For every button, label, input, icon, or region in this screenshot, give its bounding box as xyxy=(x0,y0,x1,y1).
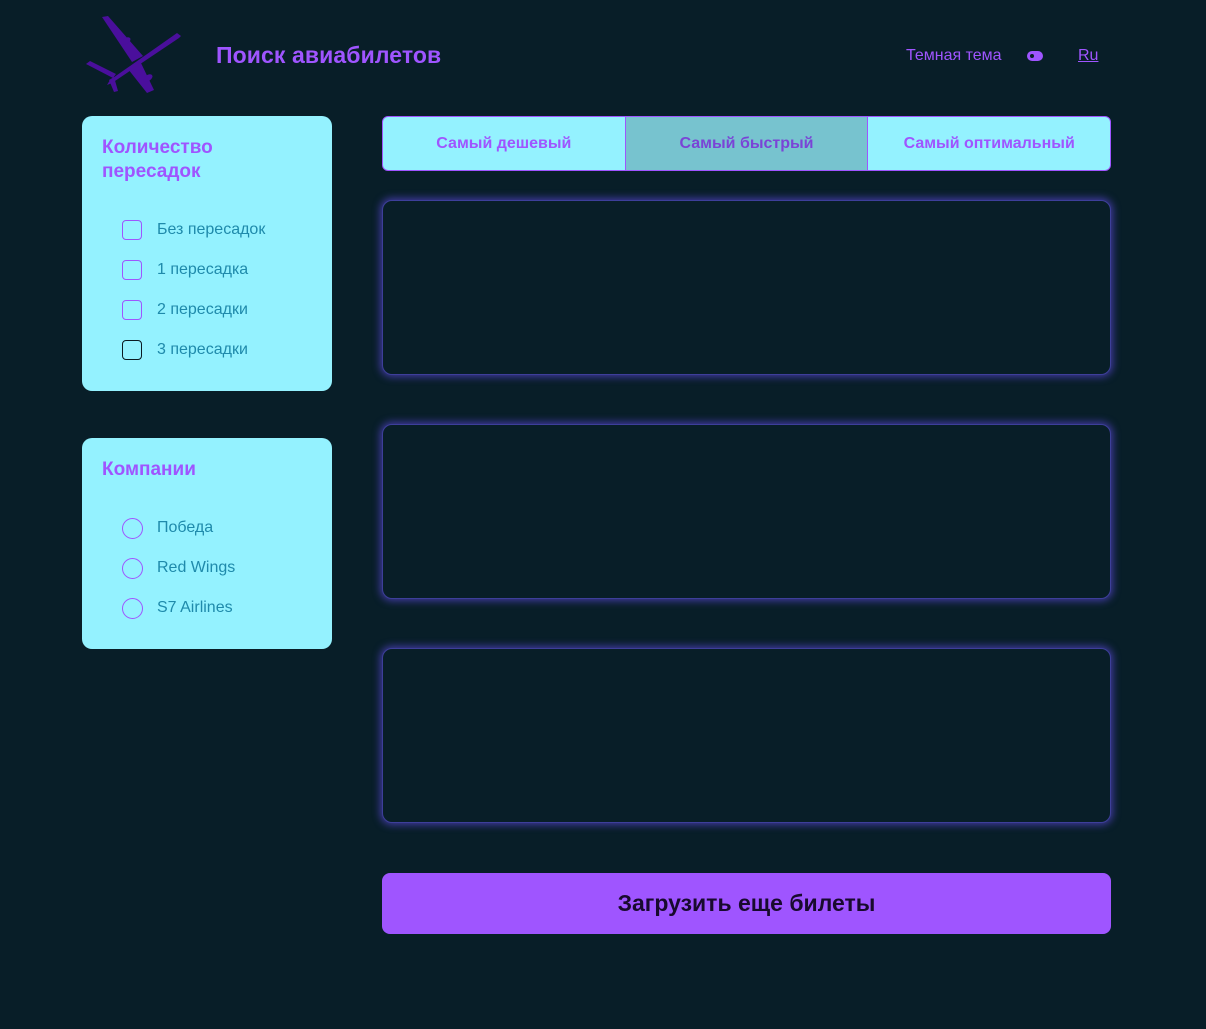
app-title: Поиск авиабилетов xyxy=(216,42,442,68)
option-label: S7 Airlines xyxy=(157,599,233,616)
ticket-card xyxy=(382,424,1111,599)
stops-option-1[interactable]: 1 пересадка xyxy=(122,250,265,290)
option-label: 3 пересадки xyxy=(157,341,248,358)
tab-optimal[interactable]: Самый оптимальный xyxy=(867,117,1110,170)
stops-filter-title: Количество пересадок xyxy=(102,137,213,182)
airplane-icon xyxy=(80,14,184,96)
option-label: 2 пересадки xyxy=(157,301,248,318)
stops-option-0[interactable]: Без пересадок xyxy=(122,210,265,250)
companies-options: Победа Red Wings S7 Airlines xyxy=(122,508,235,628)
companies-filter-panel: Компании Победа Red Wings S7 Airlines xyxy=(82,438,332,649)
option-label: Без пересадок xyxy=(157,221,266,238)
stops-filter-panel: Количество пересадок Без пересадок 1 пер… xyxy=(82,116,332,391)
tab-fastest[interactable]: Самый быстрый xyxy=(624,117,868,170)
option-label: Red Wings xyxy=(157,559,236,576)
companies-filter-title: Компании xyxy=(102,459,196,480)
stops-option-3[interactable]: 3 пересадки xyxy=(122,330,265,370)
option-label: Победа xyxy=(157,519,214,536)
stops-option-2[interactable]: 2 пересадки xyxy=(122,290,265,330)
company-option-1[interactable]: Red Wings xyxy=(122,548,235,588)
toggle-knob xyxy=(1028,52,1036,60)
ticket-card xyxy=(382,200,1111,375)
radio-button[interactable] xyxy=(122,517,143,539)
checkbox[interactable] xyxy=(122,260,142,280)
option-label: 1 пересадка xyxy=(157,261,249,278)
page: Поиск авиабилетов Темная тема Ru Количес… xyxy=(0,0,1206,1029)
radio-button[interactable] xyxy=(122,597,143,619)
company-option-2[interactable]: S7 Airlines xyxy=(122,588,235,628)
company-option-0[interactable]: Победа xyxy=(122,508,235,548)
checkbox[interactable] xyxy=(122,220,142,240)
language-switch[interactable]: Ru xyxy=(1078,47,1098,65)
theme-label: Темная тема xyxy=(906,47,1002,64)
sort-tabs: Самый дешевый Самый быстрый Самый оптима… xyxy=(382,116,1111,171)
ticket-card xyxy=(382,648,1111,823)
tab-cheapest[interactable]: Самый дешевый xyxy=(383,117,625,170)
load-more-button[interactable]: Загрузить еще билеты xyxy=(382,873,1111,934)
stops-options: Без пересадок 1 пересадка 2 пересадки 3 … xyxy=(122,210,265,370)
checkbox[interactable] xyxy=(122,300,142,320)
toggle-icon[interactable] xyxy=(1027,51,1043,61)
checkbox[interactable] xyxy=(122,340,142,360)
radio-button[interactable] xyxy=(122,557,143,579)
